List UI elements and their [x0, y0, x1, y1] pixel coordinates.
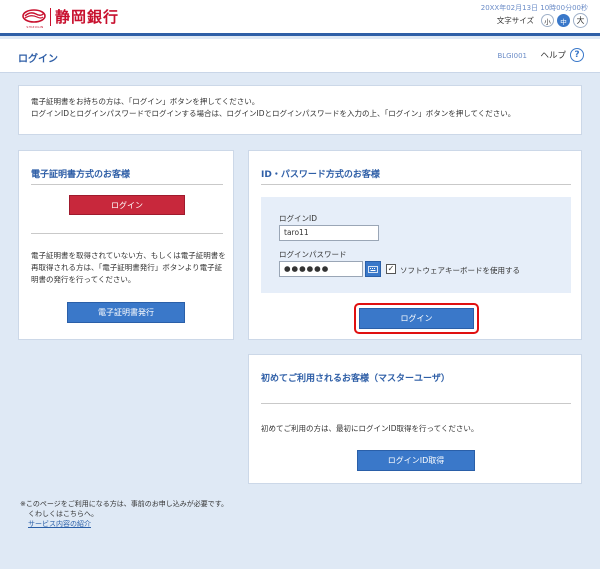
login-instructions: 電子証明書をお持ちの方は、「ログイン」ボタンを押してください。 ログインIDとロ… — [18, 85, 582, 135]
software-keyboard-label: ソフトウェアキーボードを使用する — [400, 266, 520, 275]
get-login-id-button[interactable]: ログインID取得 — [357, 450, 475, 471]
help-link[interactable]: ヘルプ ? — [540, 48, 584, 62]
software-keyboard-button[interactable] — [365, 261, 381, 277]
footer-note: ※このページをご利用になる方は、事前のお申し込みが必要です。 くわしくはこちらへ… — [20, 499, 228, 529]
login-id-input[interactable]: taro11 — [279, 225, 379, 241]
instruction-line-1: 電子証明書をお持ちの方は、「ログイン」ボタンを押してください。 — [31, 97, 260, 106]
login-id-label: ログインID — [279, 214, 317, 223]
help-label: ヘルプ — [540, 51, 566, 61]
logo-subtext: SHIZUGIN — [26, 24, 44, 29]
current-datetime: 20XX年02月13日 10時00分00秒 — [480, 4, 588, 12]
bank-logo[interactable]: SHIZUGIN 静岡銀行 — [22, 6, 120, 29]
keyboard-icon — [368, 265, 378, 273]
service-info-link[interactable]: サービス内容の紹介 — [28, 520, 91, 528]
bank-name: 静岡銀行 — [55, 8, 120, 26]
shizugin-logo-icon: SHIZUGIN — [22, 8, 46, 29]
footer-note-line-2: くわしくはこちらへ。 — [28, 510, 98, 518]
certificate-login-panel: 電子証明書方式のお客様 ログイン 電子証明書を取得されていない方、もしくは電子証… — [18, 150, 234, 340]
screen-id: BLGI001 — [497, 52, 527, 60]
certificate-login-button[interactable]: ログイン — [69, 195, 185, 215]
page-titlebar: ログイン BLGI001 ヘルプ ? — [0, 39, 600, 73]
font-size-switcher: 文字サイズ 小 中 大 — [497, 13, 588, 28]
instruction-line-2: ログインIDとログインパスワードでログインする場合は、ログインIDとログインパス… — [31, 109, 516, 118]
logo-divider — [50, 7, 51, 26]
page-title: ログイン — [18, 54, 58, 65]
password-input[interactable]: ●●●●●● — [279, 261, 363, 277]
master-description: 初めてご利用の方は、最初にログインID取得を行ってください。 — [261, 424, 479, 433]
certificate-panel-title: 電子証明書方式のお客様 — [31, 170, 131, 180]
help-question-icon[interactable]: ? — [570, 48, 584, 62]
id-password-login-panel: ID・パスワード方式のお客様 ログインID taro11 ログインパスワード ●… — [248, 150, 582, 340]
divider — [31, 233, 223, 234]
password-label: ログインパスワード — [279, 250, 347, 259]
login-form: ログインID taro11 ログインパスワード ●●●●●● ✓ ソフトウェアキ… — [261, 197, 571, 293]
certificate-description: 電子証明書を取得されていない方、もしくは電子証明書を再取得される方は、「電子証明… — [31, 251, 226, 284]
font-size-medium-button[interactable]: 中 — [557, 14, 570, 27]
font-size-label: 文字サイズ — [496, 16, 534, 25]
font-size-small-button[interactable]: 小 — [541, 14, 554, 27]
issue-certificate-button[interactable]: 電子証明書発行 — [67, 302, 185, 323]
header: SHIZUGIN 静岡銀行 20XX年02月13日 10時00分00秒 文字サイ… — [0, 0, 600, 36]
divider — [261, 403, 571, 404]
divider — [31, 184, 223, 185]
master-panel-title: 初めてご利用されるお客様（マスターユーザ） — [261, 374, 450, 384]
font-size-large-button[interactable]: 大 — [573, 13, 588, 28]
footer-note-line-1: ※このページをご利用になる方は、事前のお申し込みが必要です。 — [20, 500, 229, 508]
divider — [261, 184, 571, 185]
id-panel-title: ID・パスワード方式のお客様 — [261, 170, 380, 180]
software-keyboard-checkbox[interactable]: ✓ — [386, 264, 396, 274]
master-user-panel: 初めてご利用されるお客様（マスターユーザ） 初めてご利用の方は、最初にログインI… — [248, 354, 582, 484]
id-login-button[interactable]: ログイン — [359, 308, 474, 329]
